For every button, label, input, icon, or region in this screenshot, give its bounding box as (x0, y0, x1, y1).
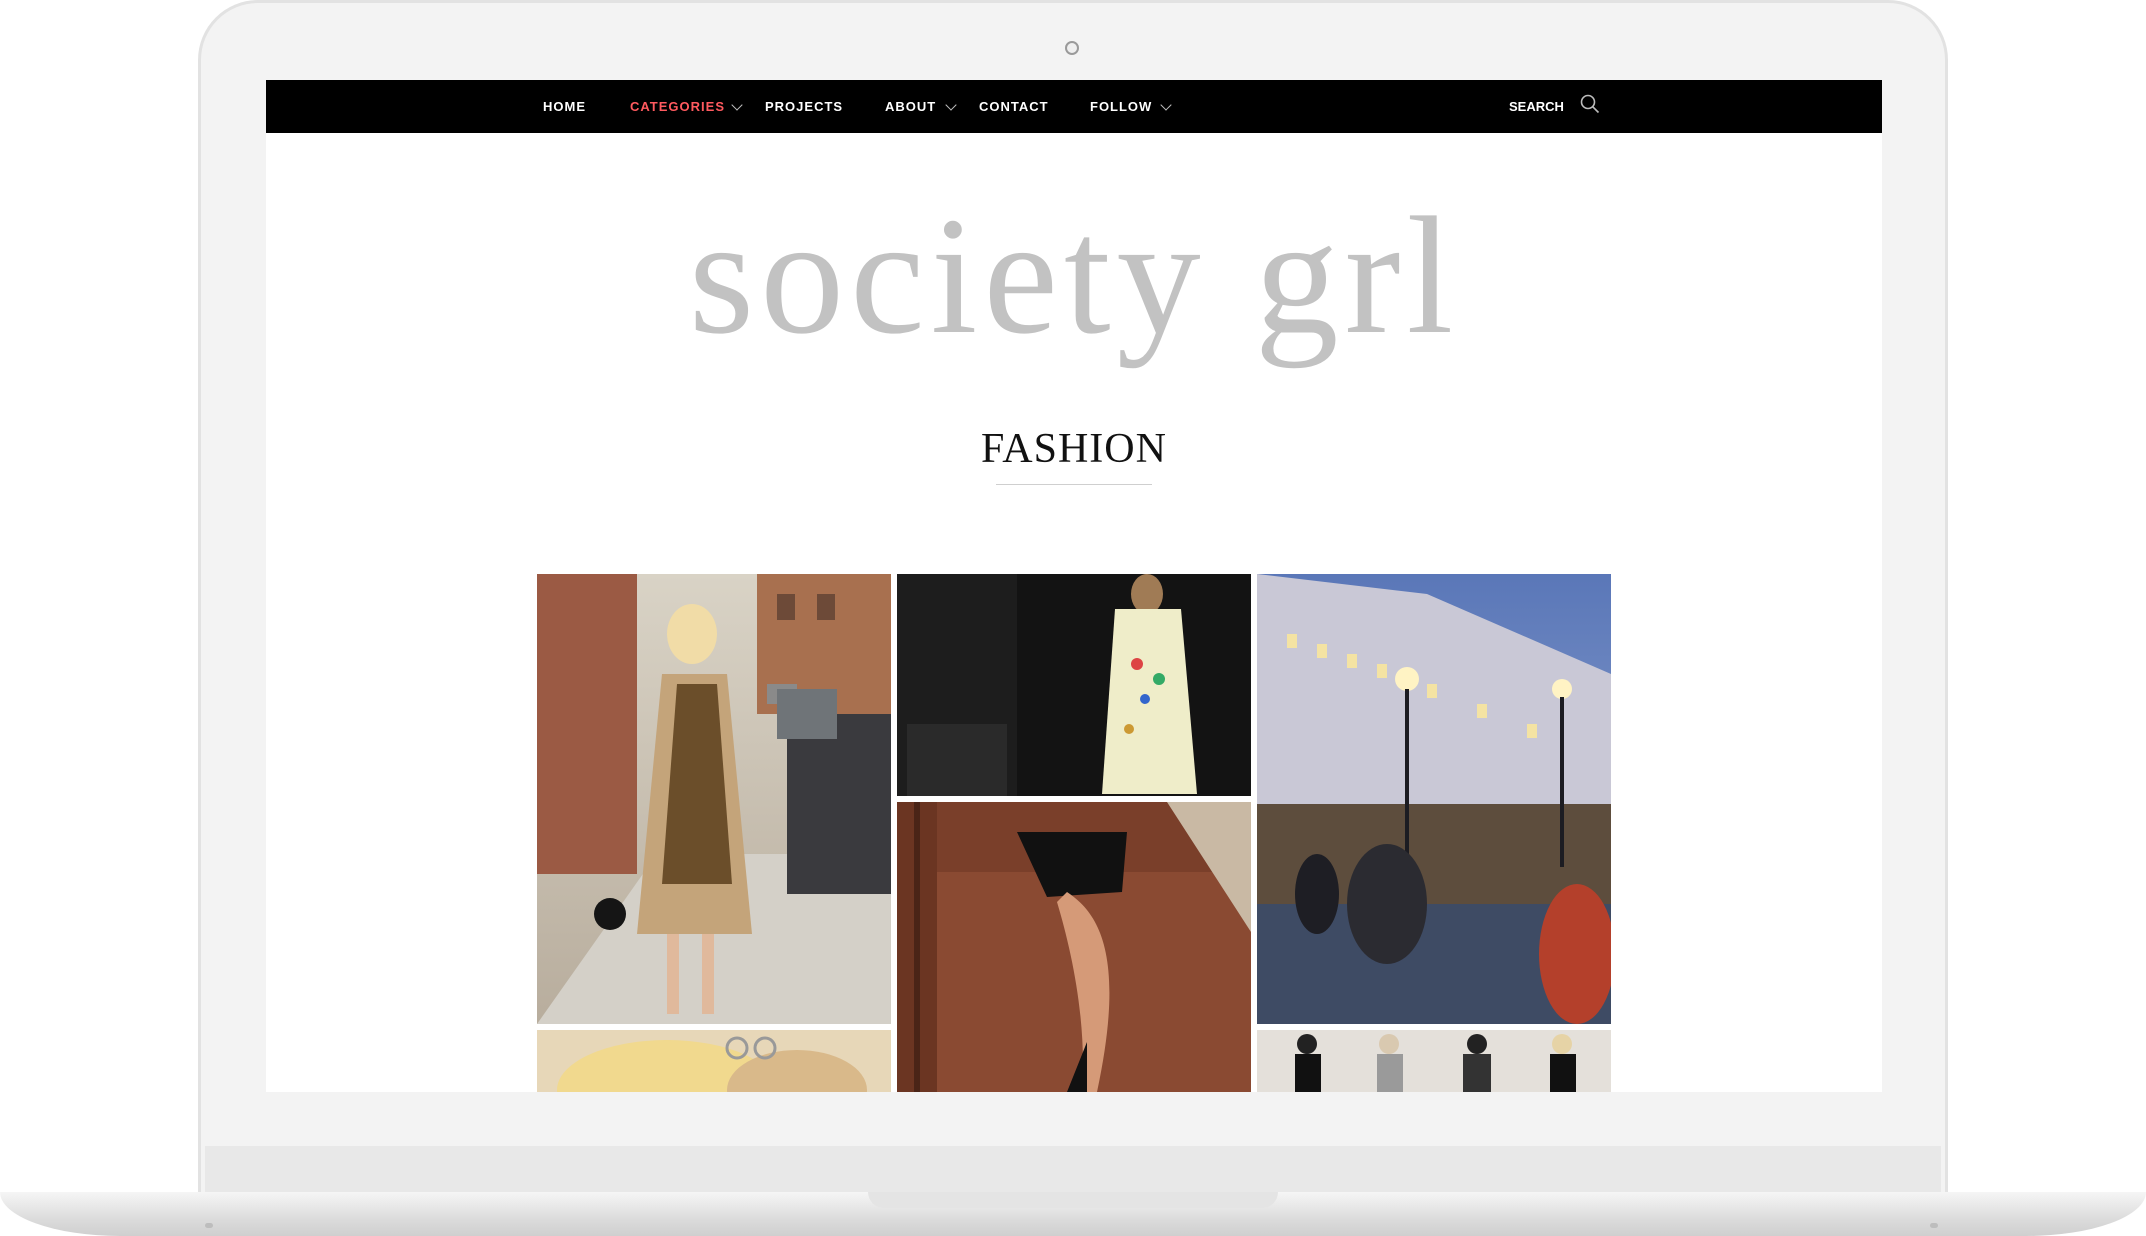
gallery-image-sunglasses[interactable] (537, 1030, 891, 1092)
laptop-chin (205, 1146, 1941, 1196)
camera-icon (1065, 41, 1079, 55)
search-link[interactable]: SEARCH (1509, 80, 1564, 133)
nav-contact[interactable]: CONTACT (979, 80, 1049, 133)
page-title: FASHION (981, 426, 1167, 472)
site-logo[interactable]: society grl (266, 192, 1882, 360)
chevron-down-icon[interactable] (731, 99, 743, 111)
gallery-image-street-style[interactable] (537, 574, 891, 1024)
gallery-image-embroidered-coat[interactable] (897, 574, 1251, 796)
nav-categories[interactable]: CATEGORIES (630, 80, 725, 133)
gallery-image-regent-street[interactable] (1257, 574, 1611, 1024)
nav-home[interactable]: HOME (543, 80, 586, 133)
title-divider (996, 484, 1152, 485)
chevron-down-icon[interactable] (1160, 99, 1172, 111)
browser-screen: HOME CATEGORIES PROJECTS ABOUT CONTACT F… (266, 80, 1882, 1092)
chevron-down-icon[interactable] (945, 99, 957, 111)
gallery-image-heels-stairs[interactable] (897, 802, 1251, 1092)
laptop-base-notch (868, 1192, 1278, 1208)
nav-follow[interactable]: FOLLOW (1090, 80, 1152, 133)
laptop-foot (205, 1223, 213, 1228)
laptop-foot (1930, 1223, 1938, 1228)
search-icon[interactable] (1579, 93, 1601, 115)
top-navigation: HOME CATEGORIES PROJECTS ABOUT CONTACT F… (266, 80, 1882, 133)
nav-projects[interactable]: PROJECTS (765, 80, 843, 133)
nav-about[interactable]: ABOUT (885, 80, 936, 133)
gallery-image-runway-models[interactable] (1257, 1030, 1611, 1092)
